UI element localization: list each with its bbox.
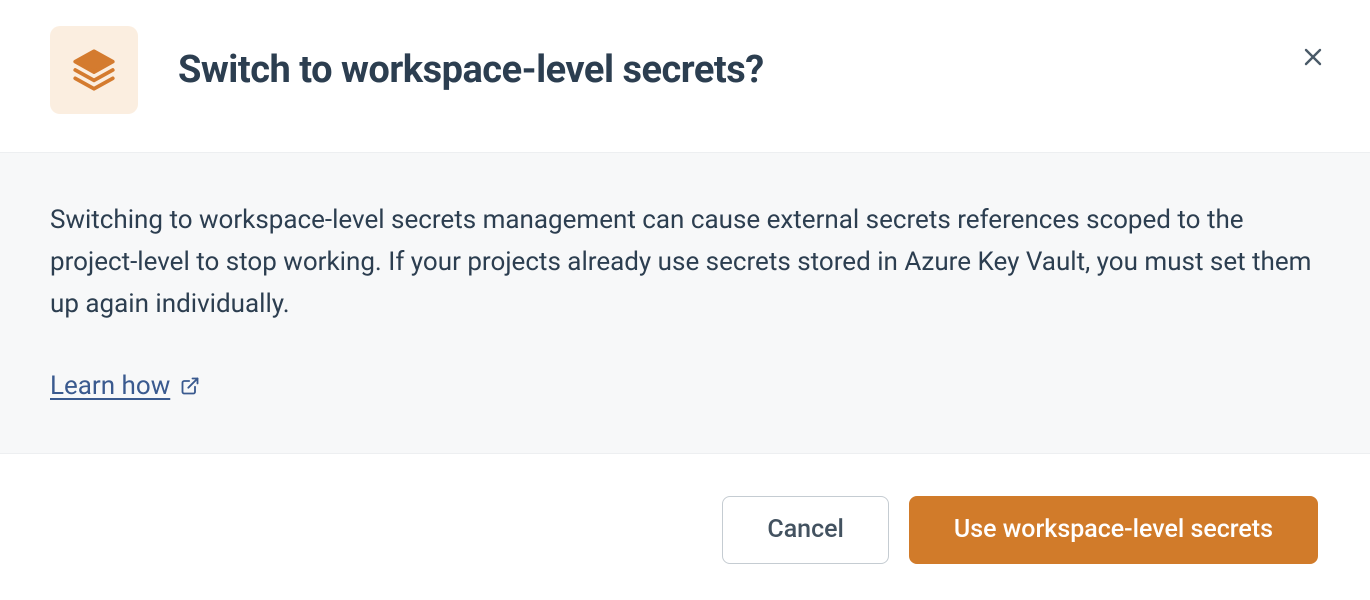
learn-how-label: Learn how (50, 371, 170, 401)
dialog-body: Switching to workspace-level secrets man… (0, 152, 1370, 454)
dialog-header: Switch to workspace-level secrets? (0, 0, 1370, 152)
dialog-title: Switch to workspace-level secrets? (178, 48, 764, 92)
close-button[interactable] (1298, 42, 1328, 72)
dialog-footer: Cancel Use workspace-level secrets (0, 454, 1370, 592)
layers-icon (69, 45, 119, 95)
layers-icon-container (50, 26, 138, 114)
close-icon (1301, 45, 1325, 69)
confirmation-dialog: Switch to workspace-level secrets? Switc… (0, 0, 1370, 592)
cancel-button[interactable]: Cancel (722, 496, 889, 564)
learn-how-link[interactable]: Learn how (50, 371, 200, 401)
dialog-description: Switching to workspace-level secrets man… (50, 199, 1320, 325)
external-link-icon (180, 376, 200, 396)
confirm-button[interactable]: Use workspace-level secrets (909, 496, 1318, 564)
